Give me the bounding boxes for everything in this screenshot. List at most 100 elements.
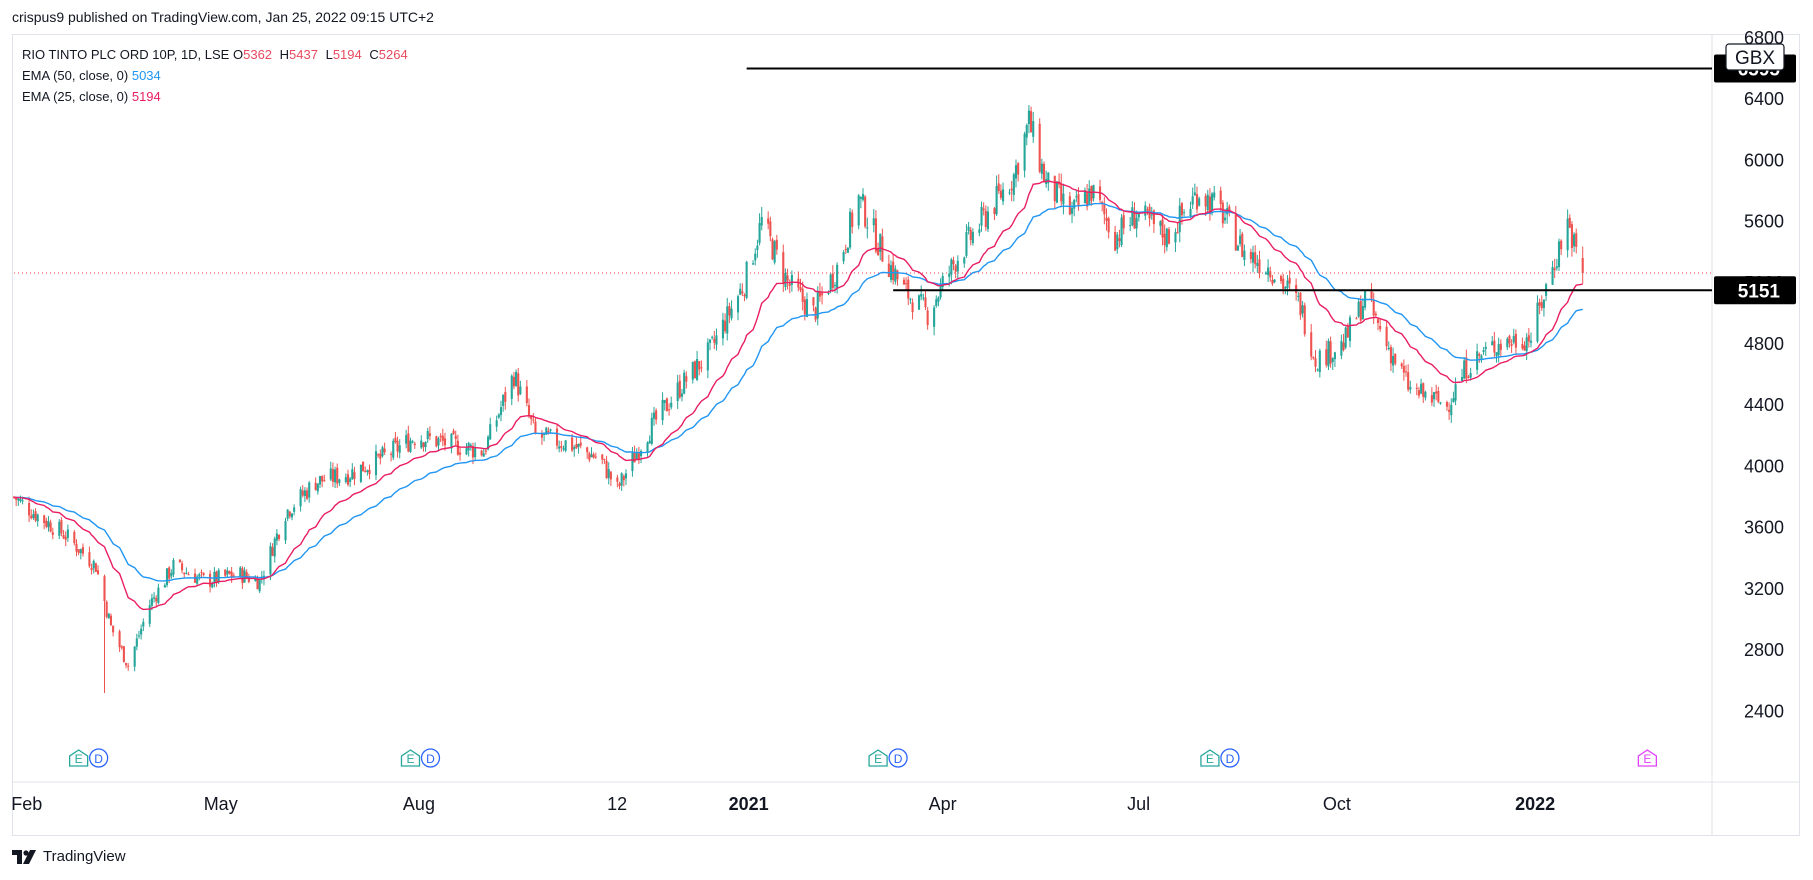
candle-body [30,515,33,519]
candle-body [1301,305,1304,314]
candle-body [982,208,985,211]
candle-body [118,631,121,648]
candle-body [45,520,48,527]
legend-low-value: 5194 [332,47,362,62]
candle-body [1258,259,1261,273]
candle-body [1002,189,1005,202]
candle-body [34,511,37,521]
x-tick-label: Oct [1323,794,1351,814]
candle-body [827,292,830,295]
candle-body [105,601,108,617]
candle-body [1221,202,1224,224]
candle-body [1251,252,1255,263]
candle-body [993,208,996,214]
candle-body [1387,347,1390,349]
candle-body [51,532,54,535]
candle-body [334,469,337,483]
candle-body [109,615,113,626]
candle-body [1542,299,1545,308]
candle-body [857,195,860,226]
candle-body [920,294,923,297]
candle-body [633,452,636,463]
candle-body [1536,302,1539,342]
candle-body [499,407,503,416]
candle-body [935,299,938,306]
candle-body [1282,278,1285,289]
candle-body [859,196,862,199]
candle-body [905,283,908,285]
legend-open-key: O [232,47,244,62]
candle-body [215,571,218,583]
candle-body [861,194,865,200]
candle-body [851,212,854,227]
candle-body [1379,325,1382,330]
candle-body [558,446,561,449]
candle-body [426,430,429,440]
candle-body [1508,335,1511,344]
candle-body [290,513,294,518]
candle-body [1239,235,1242,245]
candle-body [1454,384,1457,401]
candle-body [969,229,972,240]
candle-body [1284,287,1287,289]
candle-body [540,433,543,438]
tradingview-logo[interactable]: TradingView [12,848,126,865]
candle-body [187,574,190,576]
candle-body [344,477,347,482]
candle-body [1316,369,1319,371]
candle-body [801,288,804,302]
candle-body [1014,165,1018,179]
candle-body [456,440,459,455]
candle-body [133,646,136,667]
candle-body [1452,398,1455,403]
candle-body [879,233,882,252]
candle-body [465,448,468,455]
candle-body [390,453,393,455]
candle-body [1361,305,1364,320]
candle-body [405,435,408,444]
candle-body [368,469,371,475]
candle-body [19,499,22,502]
candle-body [338,479,341,483]
candle-body [351,469,354,480]
candle-body [678,380,681,398]
candle-body [383,448,386,453]
candle-body [1512,336,1515,343]
candlestick-chart[interactable]: 2400280032003600400044004800520056006000… [0,0,1813,880]
candle-body [1012,174,1015,195]
candle-body [226,570,229,575]
candle-body [1189,208,1192,217]
candle-body [967,226,970,231]
candle-body [670,402,673,408]
candle-body [1355,318,1358,320]
candle-body [1060,183,1063,202]
candle-body [1482,350,1485,353]
candle-body [1118,238,1121,242]
candle-body [510,375,513,399]
candle-body [773,241,776,263]
candle-body [1514,333,1517,348]
candle-body [1122,215,1125,229]
candle-body [1131,207,1134,226]
candle-body [43,515,46,523]
earnings-marker-label: E [874,752,882,766]
candle-body [170,572,173,577]
candle-body [963,257,966,264]
candle-body [1176,232,1179,234]
candle-body [745,261,748,298]
candle-body [665,398,668,412]
candle-body [21,500,24,502]
candle-body [650,417,653,444]
candle-body [601,454,604,460]
legend-ema25-label: EMA (25, close, 0) [22,89,129,104]
candle-body [786,275,789,281]
candle-body [624,473,628,479]
tradingview-logo-icon [12,849,36,864]
ema25-line [13,180,1583,611]
candle-body [1566,218,1569,251]
candle-body [1055,181,1058,203]
legend-ema50-label: EMA (50, close, 0) [22,68,129,83]
candle-body [700,367,703,369]
candle-body [140,628,143,635]
candle-body [562,448,565,450]
